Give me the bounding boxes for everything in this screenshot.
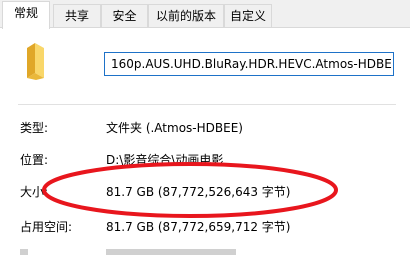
size-on-disk-value: 81.7 GB (87,772,659,712 字节)	[106, 220, 291, 234]
type-label: 类型:	[20, 121, 49, 135]
tab-sharing[interactable]: 共享	[53, 4, 101, 27]
location-value: D:\影音综合\动画电影	[106, 153, 224, 167]
partially-visible-row-value	[106, 249, 236, 255]
tab-bar: 常规 共享 安全 以前的版本 自定义	[0, 0, 410, 29]
divider-top	[18, 104, 396, 105]
folder-icon	[27, 43, 44, 80]
partially-visible-row	[20, 249, 28, 255]
size-on-disk-label: 占用空间:	[20, 220, 73, 234]
tab-customize[interactable]: 自定义	[224, 4, 272, 27]
folder-name-text: 160p.AUS.UHD.BluRay.HDR.HEVC.Atmos-HDBEE	[111, 57, 394, 71]
tab-previous-versions[interactable]: 以前的版本	[148, 4, 224, 27]
folder-name-input[interactable]: 160p.AUS.UHD.BluRay.HDR.HEVC.Atmos-HDBEE	[104, 52, 394, 76]
location-label: 位置:	[20, 153, 49, 167]
size-value: 81.7 GB (87,772,526,643 字节)	[106, 185, 291, 199]
size-label: 大小:	[20, 185, 49, 199]
tab-general[interactable]: 常规	[2, 1, 50, 29]
tab-security[interactable]: 安全	[101, 4, 148, 27]
type-value: 文件夹 (.Atmos-HDBEE)	[106, 121, 243, 135]
